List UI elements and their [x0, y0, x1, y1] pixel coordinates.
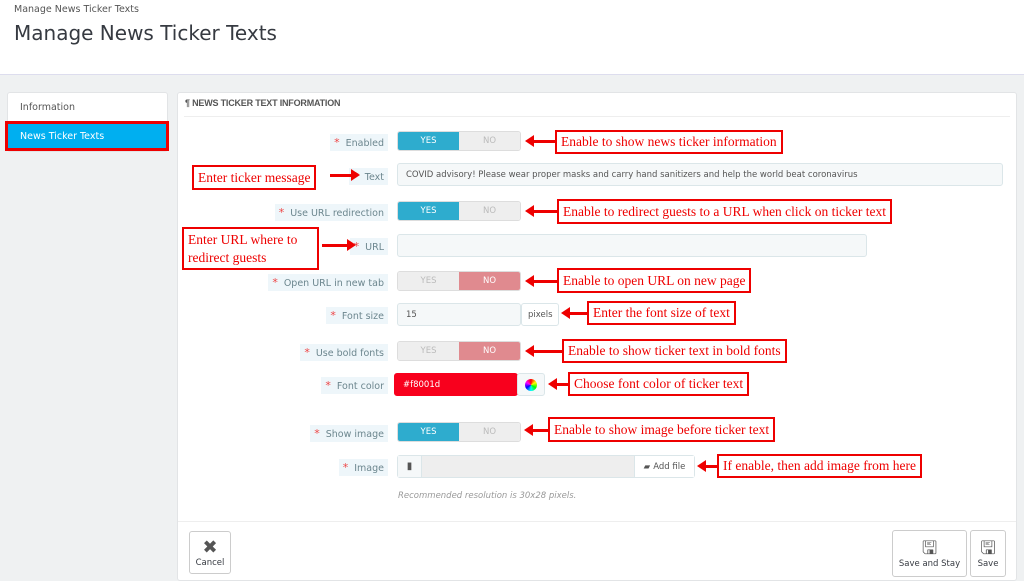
- annotation: Enable to open URL on new page: [557, 268, 752, 293]
- annotation-arrow: [322, 239, 356, 251]
- annotation-arrow: [525, 345, 562, 357]
- enabled-switch[interactable]: YES NO: [397, 131, 521, 151]
- annotation: Enable to show image before ticker text: [548, 417, 776, 442]
- bold-label: * Use bold fonts: [300, 344, 388, 361]
- annotation: Enable to show news ticker information: [555, 130, 783, 154]
- save-button[interactable]: 🖫 Save: [970, 530, 1006, 577]
- divider: [184, 116, 1010, 117]
- page-title: Manage News Ticker Texts: [14, 21, 277, 45]
- save-icon: 🖫: [921, 537, 938, 559]
- footer-divider: [178, 521, 1016, 522]
- annotation-arrow: [561, 307, 587, 319]
- cancel-button[interactable]: ✖ Cancel: [189, 531, 231, 574]
- annotation-arrow: [330, 169, 360, 181]
- annotation: Enable to show ticker text in bold fonts: [562, 339, 787, 363]
- image-file-input[interactable]: ▮ ▰ Add file: [397, 455, 695, 478]
- color-picker-button[interactable]: [517, 373, 545, 396]
- breadcrumb: Manage News Ticker Texts: [14, 4, 139, 15]
- save-and-stay-button[interactable]: 🖫 Save and Stay: [892, 530, 967, 577]
- annotation: Enable to redirect guests to a URL when …: [557, 199, 893, 224]
- use-url-label: * Use URL redirection: [274, 204, 388, 221]
- text-input[interactable]: COVID advisory! Please wear proper masks…: [397, 163, 1003, 186]
- font-size-label: * Font size: [326, 307, 388, 324]
- font-color-input[interactable]: #f8001d: [394, 373, 518, 396]
- font-color-label: * Font color: [321, 377, 388, 394]
- annotation: Enter the font size of text: [587, 301, 736, 325]
- annotation-arrow: [525, 205, 557, 217]
- annotation: If enable, then add image from here: [717, 454, 923, 478]
- color-wheel-icon: [525, 378, 537, 391]
- annotation-arrow: [548, 378, 568, 390]
- page-header: Manage News Ticker Texts Manage News Tic…: [0, 0, 1024, 75]
- sidebar-item-news-ticker-texts[interactable]: News Ticker Texts: [5, 121, 169, 151]
- show-image-label: * Show image: [310, 425, 388, 442]
- annotation-arrow: [525, 135, 555, 147]
- file-icon: ▮: [398, 456, 422, 477]
- save-icon: 🖫: [980, 537, 996, 559]
- enabled-label: * Enabled: [330, 134, 388, 151]
- annotation: Enter URL where to redirect guests: [182, 227, 319, 270]
- image-label: * Image: [338, 459, 388, 476]
- folder-open-icon: ▰: [643, 461, 651, 472]
- show-image-switch[interactable]: YES NO: [397, 422, 521, 442]
- annotation-arrow: [525, 275, 557, 287]
- font-size-input[interactable]: 15: [397, 303, 521, 326]
- pixels-addon: pixels: [521, 303, 559, 326]
- annotation: Enter ticker message: [192, 165, 317, 190]
- new-tab-switch[interactable]: YES NO: [397, 271, 521, 291]
- image-help-text: Recommended resolution is 30x28 pixels.: [398, 491, 577, 501]
- use-url-switch[interactable]: YES NO: [397, 201, 521, 221]
- new-tab-label: * Open URL in new tab: [268, 274, 388, 291]
- sidebar-item-information[interactable]: Information: [8, 93, 167, 122]
- bold-switch[interactable]: YES NO: [397, 341, 521, 361]
- url-input[interactable]: [397, 234, 867, 257]
- add-file-button[interactable]: ▰ Add file: [634, 456, 694, 477]
- close-icon: ✖: [202, 536, 218, 558]
- annotation-arrow: [524, 424, 548, 436]
- panel-heading: ¶ NEWS TICKER TEXT INFORMATION: [185, 98, 341, 108]
- annotation: Choose font color of ticker text: [568, 372, 750, 396]
- annotation-arrow: [697, 460, 717, 472]
